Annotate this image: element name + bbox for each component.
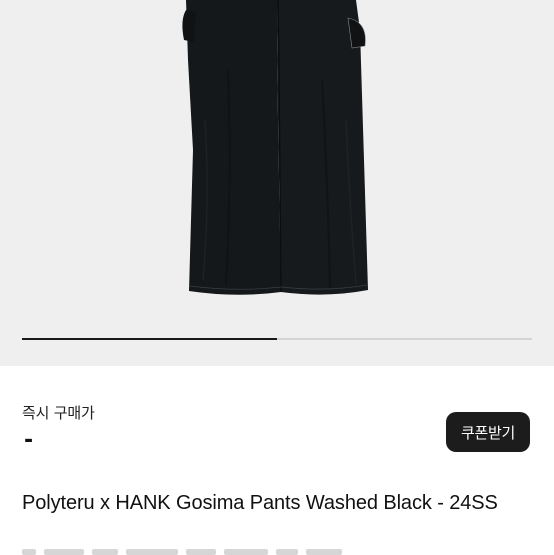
- instant-buy-price-label: 즉시 구매가: [22, 404, 95, 422]
- product-subtitle-cutoff: [22, 549, 382, 555]
- product-image[interactable]: [0, 0, 554, 340]
- gallery-progress-fill: [22, 338, 277, 340]
- instant-buy-price: -: [24, 428, 34, 453]
- pants-left-leg: [186, 0, 281, 295]
- product-image-gallery[interactable]: [0, 0, 554, 366]
- get-coupon-button[interactable]: 쿠폰받기: [446, 412, 530, 452]
- gallery-progress-bar: [22, 338, 532, 340]
- product-title: Polyteru x HANK Gosima Pants Washed Blac…: [22, 492, 498, 514]
- product-info-panel: 즉시 구매가 - 쿠폰받기 Polyteru x HANK Gosima Pan…: [0, 366, 554, 555]
